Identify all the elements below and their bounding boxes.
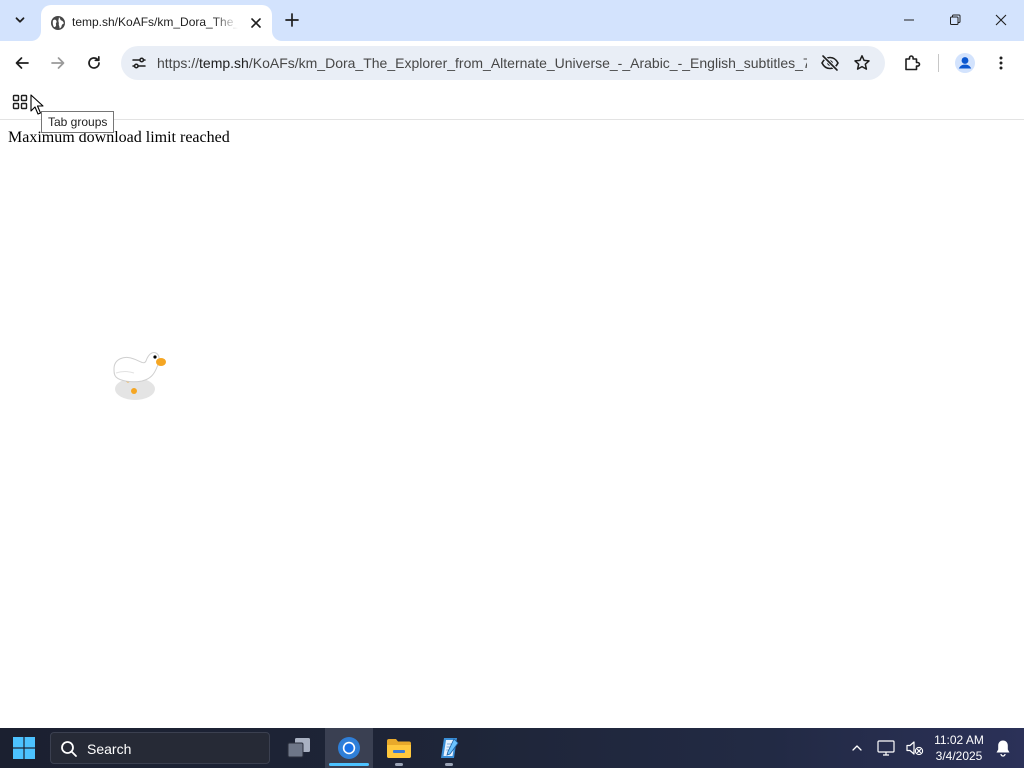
globe-icon (51, 16, 65, 30)
chevron-up-icon (852, 745, 862, 751)
reload-icon (88, 55, 100, 69)
url-path: /KoAFs/km_Dora_The_Explorer_from_Alterna… (248, 55, 807, 71)
restore-icon (950, 14, 961, 25)
arrow-left-icon (15, 57, 29, 69)
reload-button[interactable] (80, 49, 108, 77)
taskbar: Search 11:02 AM 3/4/2025 (0, 728, 1024, 768)
search-label: Search (87, 741, 132, 757)
running-app-indicator (395, 763, 403, 766)
close-window-button[interactable] (978, 0, 1024, 40)
tab-search-button[interactable] (6, 7, 34, 33)
mouse-cursor-icon (30, 94, 44, 115)
chrome-icon (338, 737, 360, 759)
browser-toolbar: https://temp.sh/KoAFs/km_Dora_The_Explor… (0, 41, 1024, 85)
active-tab[interactable]: temp.sh/KoAFs/km_Dora_The_Explorer_from_… (41, 5, 272, 41)
profile-icon (955, 53, 975, 73)
running-app-indicator (445, 763, 453, 766)
task-view-button[interactable] (277, 728, 321, 768)
back-button[interactable] (8, 49, 36, 77)
volume-button[interactable] (903, 728, 927, 768)
page-content: Maximum download limit reached (0, 121, 1024, 728)
browser-menu-button[interactable] (987, 49, 1015, 77)
start-button[interactable] (4, 728, 44, 768)
taskbar-file-explorer[interactable] (377, 728, 421, 768)
taskbar-chrome[interactable] (325, 728, 373, 768)
profile-button[interactable] (951, 49, 979, 77)
search-icon (61, 741, 77, 757)
extensions-button[interactable] (898, 49, 926, 77)
eye-off-icon (821, 54, 839, 72)
bell-icon (996, 740, 1010, 757)
url-host: temp.sh (199, 55, 249, 71)
url-scheme: https:// (157, 55, 200, 71)
tracking-protection-button[interactable] (818, 51, 842, 75)
url-text[interactable]: https://temp.sh/KoAFs/km_Dora_The_Explor… (157, 55, 807, 71)
tab-title: temp.sh/KoAFs/km_Dora_The_Explorer_from_… (72, 15, 238, 29)
network-button[interactable] (874, 728, 898, 768)
clock-date: 3/4/2025 (935, 749, 983, 763)
tab-strip: temp.sh/KoAFs/km_Dora_The_Explorer_from_… (0, 0, 1024, 41)
forward-button[interactable] (44, 49, 72, 77)
windows-logo-icon (13, 737, 35, 759)
plus-icon (285, 13, 299, 27)
task-view-icon (287, 738, 310, 758)
restore-button[interactable] (932, 0, 978, 40)
address-bar[interactable]: https://temp.sh/KoAFs/km_Dora_The_Explor… (121, 46, 885, 80)
bookmarks-bar (0, 85, 1024, 120)
close-icon (251, 18, 261, 28)
bookmark-button[interactable] (850, 51, 874, 75)
tab-groups-button[interactable] (8, 90, 32, 114)
tab-groups-tooltip: Tab groups (41, 111, 115, 133)
tune-icon (132, 57, 146, 69)
clock-time: 11:02 AM (934, 733, 984, 747)
close-icon (995, 14, 1007, 26)
toolbar-separator (938, 54, 939, 72)
chevron-down-icon (15, 17, 25, 23)
show-hidden-icons-button[interactable] (846, 728, 868, 768)
arrow-right-icon (51, 57, 65, 69)
goose-icon (113, 352, 166, 400)
minimize-button[interactable] (886, 0, 932, 40)
tab-close-button[interactable] (246, 13, 266, 33)
kebab-menu-icon (999, 56, 1003, 70)
speaker-muted-icon (906, 741, 924, 756)
puzzle-icon (905, 55, 921, 71)
taskbar-search-box[interactable]: Search (50, 732, 270, 764)
new-tab-button[interactable] (280, 8, 304, 32)
taskbar-clock[interactable]: 11:02 AM 3/4/2025 (928, 732, 990, 764)
folder-icon (387, 739, 411, 758)
network-icon (877, 740, 895, 756)
notepad-icon (441, 738, 459, 758)
minimize-icon (904, 19, 914, 21)
taskbar-notepad[interactable] (427, 728, 471, 768)
active-app-indicator (329, 763, 369, 766)
tab-groups-icon (12, 94, 28, 110)
star-icon (854, 55, 870, 70)
site-info-button[interactable] (127, 51, 151, 75)
notifications-button[interactable] (991, 728, 1015, 768)
